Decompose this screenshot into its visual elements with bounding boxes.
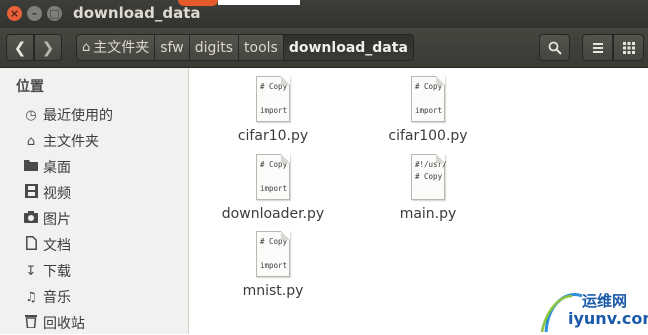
breadcrumb-home[interactable]: ⌂ 主文件夹 [76, 34, 156, 61]
search-icon [548, 41, 562, 55]
grid-icon [622, 42, 635, 54]
back-button[interactable]: ❮ [6, 34, 34, 61]
breadcrumb: ⌂ 主文件夹 sfw digits tools download_data [76, 34, 414, 61]
file-item-main[interactable]: #!/usr/ # Copy main.py [388, 154, 468, 222]
sidebar-item-desktop[interactable]: 桌面 [22, 155, 71, 179]
title-bar: × – □ download_data [0, 0, 648, 28]
sidebar: 位置 ◷ 最近使用的 ⌂ 主文件夹 桌面 视频 图片 文档 ↧ 下载 ♫ 音乐 … [0, 68, 189, 334]
chevron-right-icon: ❯ [41, 39, 55, 57]
title-bar-accent [178, 0, 218, 6]
sidebar-item-downloads[interactable]: ↧ 下载 [22, 259, 71, 283]
python-file-icon: # Copy import [256, 154, 290, 200]
document-icon [22, 236, 40, 254]
list-icon [592, 43, 603, 53]
chevron-left-icon: ❮ [13, 39, 27, 57]
file-name: cifar100.py [388, 128, 468, 144]
file-name: main.py [399, 206, 457, 222]
grid-view-button[interactable] [613, 34, 644, 61]
python-file-icon: #!/usr/ # Copy [411, 154, 447, 200]
list-view-button[interactable] [582, 34, 613, 61]
sidebar-item-label: 图片 [43, 212, 71, 228]
toolbar: ❮ ❯ ⌂ 主文件夹 sfw digits tools download_dat… [0, 28, 648, 68]
sidebar-heading: 位置 [16, 79, 44, 95]
sidebar-item-videos[interactable]: 视频 [22, 181, 71, 205]
watermark-url: iyunv.com [568, 309, 648, 328]
sidebar-item-label: 回收站 [43, 316, 85, 332]
music-icon: ♫ [25, 289, 37, 305]
file-name: downloader.py [221, 206, 325, 222]
breadcrumb-download-data[interactable]: download_data [283, 34, 414, 61]
clock-icon: ◷ [25, 107, 37, 123]
sidebar-item-recent[interactable]: ◷ 最近使用的 [22, 103, 113, 127]
file-item-cifar100[interactable]: # Copy import cifar100.py [378, 76, 478, 144]
file-item-mnist[interactable]: # Copy import mnist.py [233, 231, 313, 299]
sidebar-item-music[interactable]: ♫ 音乐 [22, 285, 71, 309]
python-file-icon: # Copy import [256, 76, 290, 122]
breadcrumb-sfw[interactable]: sfw [155, 34, 190, 61]
sidebar-item-trash[interactable]: 回收站 [22, 311, 85, 335]
python-file-icon: # Copy import [256, 231, 290, 277]
watermark-site-name: 运维网 [582, 292, 628, 310]
python-file-icon: # Copy import [411, 76, 445, 122]
maximize-window-button[interactable]: □ [47, 6, 62, 21]
breadcrumb-digits[interactable]: digits [189, 34, 240, 61]
forward-button[interactable]: ❯ [34, 34, 62, 61]
close-window-button[interactable]: × [7, 6, 22, 21]
sidebar-item-label: 音乐 [43, 290, 71, 306]
sidebar-item-label: 文档 [43, 238, 71, 254]
home-icon: ⌂ [26, 133, 36, 149]
sidebar-item-label: 桌面 [43, 160, 71, 176]
file-name: cifar10.py [237, 128, 309, 144]
minimize-window-button[interactable]: – [27, 6, 42, 21]
folder-icon [22, 159, 40, 175]
film-icon [22, 184, 40, 202]
camera-icon [22, 211, 40, 227]
sidebar-item-label: 主文件夹 [43, 134, 99, 150]
home-icon: ⌂ [82, 39, 91, 55]
file-item-cifar10[interactable]: # Copy import cifar10.py [228, 76, 318, 144]
file-item-downloader[interactable]: # Copy import downloader.py [218, 154, 328, 222]
sidebar-item-documents[interactable]: 文档 [22, 233, 71, 257]
title-bar-highlight [218, 0, 300, 5]
sidebar-item-pictures[interactable]: 图片 [22, 207, 71, 231]
sidebar-item-label: 最近使用的 [43, 108, 113, 124]
sidebar-item-label: 下载 [43, 264, 71, 280]
window-title: download_data [73, 4, 201, 22]
sidebar-item-home[interactable]: ⌂ 主文件夹 [22, 129, 99, 153]
file-name: mnist.py [242, 283, 304, 299]
breadcrumb-tools[interactable]: tools [239, 34, 284, 61]
search-button[interactable] [539, 34, 570, 61]
trash-icon [22, 314, 40, 332]
sidebar-item-label: 视频 [43, 186, 71, 202]
download-icon: ↧ [25, 263, 37, 279]
